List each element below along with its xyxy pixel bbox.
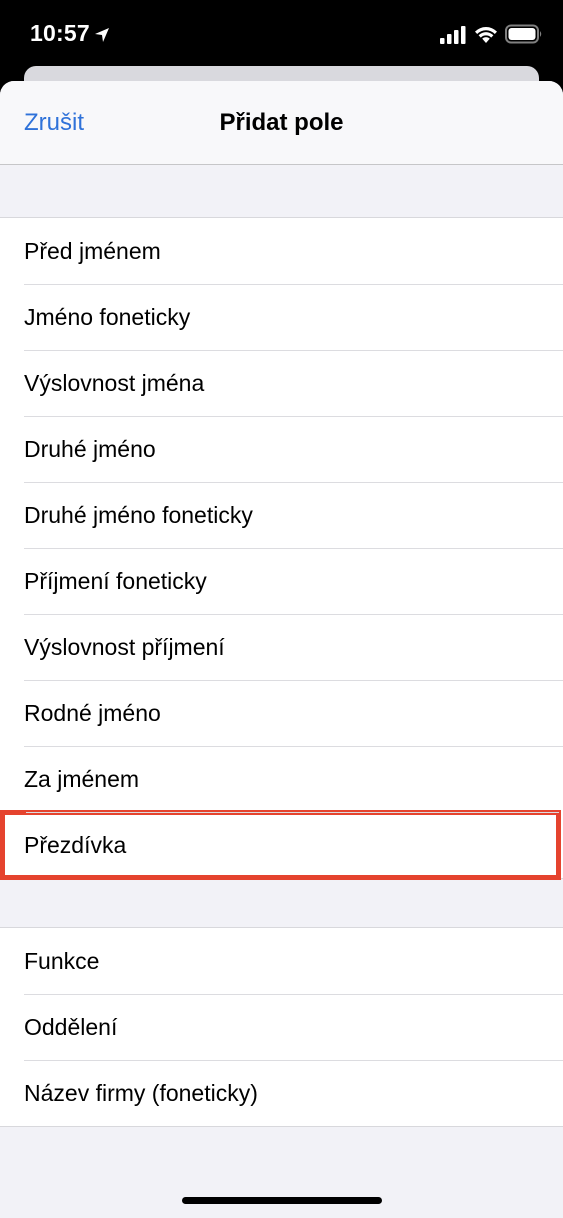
phone-screen: 10:57 Zrušit Přidat pole Před jménem Jmé… bbox=[0, 0, 563, 1218]
field-option-maiden-name[interactable]: Rodné jméno bbox=[0, 680, 563, 746]
field-option-phonetic-middle-name[interactable]: Druhé jméno foneticky bbox=[0, 482, 563, 548]
field-option-phonetic-company-name[interactable]: Název firmy (foneticky) bbox=[0, 1060, 563, 1126]
location-arrow-icon bbox=[95, 28, 109, 42]
status-time: 10:57 bbox=[30, 20, 90, 46]
battery-icon bbox=[505, 24, 542, 44]
field-option-nickname[interactable]: Přezdívka bbox=[0, 810, 561, 880]
field-option-phonetic-last-name[interactable]: Příjmení foneticky bbox=[0, 548, 563, 614]
field-option-last-name-pronunciation[interactable]: Výslovnost příjmení bbox=[0, 614, 563, 680]
field-option-suffix[interactable]: Za jménem bbox=[0, 746, 563, 812]
field-option-prefix[interactable]: Před jménem bbox=[0, 218, 563, 284]
home-indicator[interactable] bbox=[182, 1197, 382, 1204]
sheet-title: Přidat pole bbox=[219, 109, 344, 136]
field-option-first-name-pronunciation[interactable]: Výslovnost jména bbox=[0, 350, 563, 416]
name-fields-group: Před jménem Jméno foneticky Výslovnost j… bbox=[0, 217, 563, 880]
work-fields-group: Funkce Oddělení Název firmy (foneticky) bbox=[0, 927, 563, 1127]
navigation-bar: Zrušit Přidat pole bbox=[0, 81, 563, 165]
add-field-sheet: Zrušit Přidat pole Před jménem Jméno fon… bbox=[0, 81, 563, 1218]
field-option-phonetic-first-name[interactable]: Jméno foneticky bbox=[0, 284, 563, 350]
field-option-department[interactable]: Oddělení bbox=[0, 994, 563, 1060]
wifi-icon bbox=[475, 27, 497, 43]
cellular-signal-icon bbox=[440, 26, 466, 44]
status-bar: 10:57 bbox=[0, 0, 563, 70]
field-option-job-title[interactable]: Funkce bbox=[0, 928, 563, 994]
field-option-middle-name[interactable]: Druhé jméno bbox=[0, 416, 563, 482]
